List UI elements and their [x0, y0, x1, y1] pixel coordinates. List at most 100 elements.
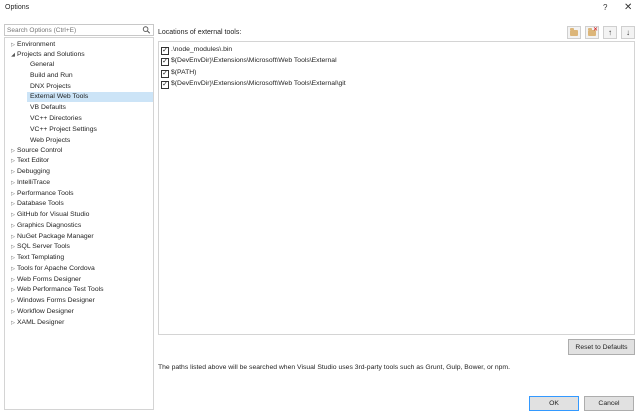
tree-item-label: Graphics Diagnostics [17, 222, 82, 229]
add-path-button[interactable] [567, 26, 581, 39]
tree-item-label: Debugging [17, 168, 50, 175]
path-checkbox[interactable]: ✓ [161, 70, 169, 78]
expand-arrow-icon[interactable]: ▷ [9, 189, 17, 199]
path-text: $(DevEnvDir)\Extensions\Microsoft\Web To… [171, 57, 337, 64]
tree-item-label: XAML Designer [17, 319, 65, 326]
tree-item-label: Environment [17, 41, 56, 48]
expand-arrow-icon[interactable]: ▷ [9, 146, 17, 156]
window-title: Options [5, 4, 30, 11]
expand-arrow-icon[interactable]: ▷ [9, 40, 17, 50]
tree-item-environment[interactable]: ▷ Environment [9, 40, 55, 50]
expand-arrow-icon[interactable]: ▷ [9, 221, 17, 231]
tree-item-label: GitHub for Visual Studio [17, 211, 90, 218]
move-up-button[interactable]: ↑ [603, 26, 617, 39]
path-checkbox[interactable]: ✓ [161, 81, 169, 89]
tree-item-label: Web Forms Designer [17, 276, 82, 283]
tree-item-windows-forms-designer[interactable]: ▷ Windows Forms Designer [9, 296, 95, 306]
tree-item-label: Tools for Apache Cordova [17, 265, 95, 272]
expand-arrow-icon[interactable]: ▷ [9, 242, 17, 252]
tree-item-build-and-run[interactable]: Build and Run [30, 71, 73, 81]
collapse-arrow-icon[interactable]: ◢ [9, 50, 17, 60]
tree-item-label: DNX Projects [30, 83, 71, 90]
search-icon[interactable] [142, 25, 151, 35]
tree-item-label: VC++ Directories [30, 115, 82, 122]
tree-item-web-performance-test-tools[interactable]: ▷ Web Performance Test Tools [9, 285, 103, 295]
tree-item-dnx-projects[interactable]: DNX Projects [30, 82, 71, 92]
expand-arrow-icon[interactable]: ▷ [9, 285, 17, 295]
tree-item-text-templating[interactable]: ▷ Text Templating [9, 253, 64, 263]
arrow-down-icon: ↓ [626, 28, 630, 37]
tree-item-label: VC++ Project Settings [30, 126, 97, 133]
tree-item-label: Web Projects [30, 137, 71, 144]
tree-item-label: General [30, 61, 55, 68]
tree-item-xaml-designer[interactable]: ▷ XAML Designer [9, 318, 64, 328]
expand-arrow-icon[interactable]: ▷ [9, 275, 17, 285]
expand-arrow-icon[interactable]: ▷ [9, 210, 17, 220]
tree-item-label: Build and Run [30, 72, 73, 79]
expand-arrow-icon[interactable]: ▷ [9, 156, 17, 166]
search-box [4, 24, 154, 36]
tree-item-text-editor[interactable]: ▷ Text Editor [9, 156, 49, 166]
tree-item-general[interactable]: General [30, 60, 54, 70]
tree-item-label: External Web Tools [30, 93, 89, 100]
path-text: $(DevEnvDir)\Extensions\Microsoft\Web To… [171, 80, 346, 87]
tree-item-vc-project-settings[interactable]: VC++ Project Settings [30, 125, 97, 135]
reset-to-defaults-button[interactable]: Reset to Defaults [568, 339, 635, 355]
locations-label: Locations of external tools: [158, 29, 242, 36]
tree-item-vc-directories[interactable]: VC++ Directories [30, 114, 82, 124]
tree-item-label: NuGet Package Manager [17, 233, 94, 240]
info-text: The paths listed above will be searched … [158, 364, 510, 371]
tree-item-debugging[interactable]: ▷ Debugging [9, 167, 50, 177]
remove-path-button[interactable]: ✕ [585, 26, 599, 39]
tree-item-database-tools[interactable]: ▷ Database Tools [9, 199, 64, 209]
expand-arrow-icon[interactable]: ▷ [9, 296, 17, 306]
arrow-up-icon: ↑ [608, 28, 612, 37]
path-row[interactable]: ✓ $(DevEnvDir)\Extensions\Microsoft\Web T… [161, 79, 346, 90]
tree-item-source-control[interactable]: ▷ Source Control [9, 146, 62, 156]
tree-item-label: Source Control [17, 147, 63, 154]
help-button[interactable]: ? [603, 3, 607, 12]
tree-item-label: Performance Tools [17, 190, 74, 197]
tree-item-web-projects[interactable]: Web Projects [30, 136, 70, 146]
expand-arrow-icon[interactable]: ▷ [9, 178, 17, 188]
tree-item-performance-tools[interactable]: ▷ Performance Tools [9, 189, 74, 199]
tree-item-web-forms-designer[interactable]: ▷ Web Forms Designer [9, 275, 81, 285]
tree-item-label: Text Editor [17, 157, 50, 164]
tree-item-label: Projects and Solutions [17, 51, 85, 58]
path-text: .\node_modules\.bin [171, 46, 233, 53]
expand-arrow-icon[interactable]: ▷ [9, 199, 17, 209]
search-input[interactable] [7, 26, 137, 35]
ok-button[interactable]: OK [529, 396, 579, 411]
tree-item-vb-defaults[interactable]: VB Defaults [30, 103, 66, 113]
expand-arrow-icon[interactable]: ▷ [9, 318, 17, 328]
path-checkbox[interactable]: ✓ [161, 58, 169, 66]
tree-item-intellitrace[interactable]: ▷ IntelliTrace [9, 178, 50, 188]
tree-item-graphics-diagnostics[interactable]: ▷ Graphics Diagnostics [9, 221, 81, 231]
expand-arrow-icon[interactable]: ▷ [9, 167, 17, 177]
tree-item-external-web-tools[interactable]: External Web Tools [27, 92, 153, 102]
expand-arrow-icon[interactable]: ▷ [9, 307, 17, 317]
close-button[interactable]: ✕ [624, 2, 632, 13]
path-row[interactable]: ✓ $(DevEnvDir)\Extensions\Microsoft\Web T… [161, 56, 337, 67]
cancel-button[interactable]: Cancel [584, 396, 634, 411]
path-checkbox[interactable]: ✓ [161, 47, 169, 55]
remove-badge-icon: ✕ [592, 27, 598, 33]
expand-arrow-icon[interactable]: ▷ [9, 253, 17, 263]
add-folder-icon [570, 28, 578, 36]
tree-item-github[interactable]: ▷ GitHub for Visual Studio [9, 210, 89, 220]
tree-item-sql-server-tools[interactable]: ▷ SQL Server Tools [9, 242, 70, 252]
tree-item-label: Windows Forms Designer [17, 297, 95, 304]
tree-item-cordova[interactable]: ▷ Tools for Apache Cordova [9, 264, 95, 274]
tree-item-projects-and-solutions[interactable]: ◢ Projects and Solutions [9, 50, 85, 60]
path-row[interactable]: ✓ .\node_modules\.bin [161, 45, 232, 56]
tree-item-workflow-designer[interactable]: ▷ Workflow Designer [9, 307, 74, 317]
tree-item-label: Workflow Designer [17, 308, 74, 315]
path-row[interactable]: ✓ $(PATH) [161, 68, 196, 79]
tree-item-label: VB Defaults [30, 104, 66, 111]
tree-item-label: SQL Server Tools [17, 243, 70, 250]
expand-arrow-icon[interactable]: ▷ [9, 232, 17, 242]
expand-arrow-icon[interactable]: ▷ [9, 264, 17, 274]
move-down-button[interactable]: ↓ [621, 26, 635, 39]
tree-item-nuget[interactable]: ▷ NuGet Package Manager [9, 232, 94, 242]
tree-item-label: Text Templating [17, 254, 65, 261]
